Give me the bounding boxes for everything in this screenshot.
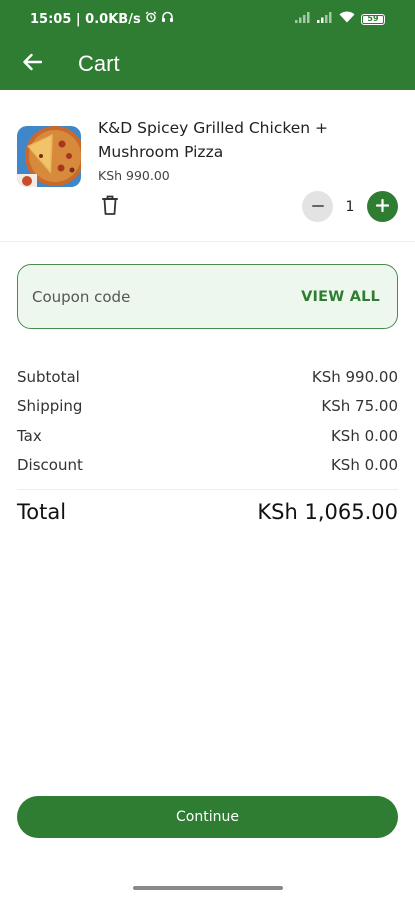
summary-row-discount: Discount KSh 0.00: [17, 451, 398, 481]
home-indicator[interactable]: [133, 886, 283, 890]
discount-value: KSh 0.00: [330, 456, 398, 475]
coupon-box: VIEW ALL: [17, 264, 398, 329]
discount-label: Discount: [17, 456, 83, 475]
status-right: 59: [295, 11, 385, 27]
trash-icon: [100, 195, 120, 220]
battery-level: 59: [367, 13, 379, 23]
total-value: KSh 1,065.00: [257, 500, 398, 524]
increase-quantity-button[interactable]: [367, 191, 398, 222]
quantity-value: 1: [345, 198, 355, 215]
total-label: Total: [17, 500, 67, 524]
continue-button[interactable]: Continue: [17, 796, 398, 838]
item-price: KSh 990.00: [98, 168, 170, 183]
shipping-value: KSh 75.00: [321, 397, 398, 416]
page-title: Cart: [78, 51, 120, 76]
summary-row-shipping: Shipping KSh 75.00: [17, 392, 398, 422]
view-all-coupons-button[interactable]: VIEW ALL: [301, 289, 380, 305]
pizza-image[interactable]: [17, 126, 81, 187]
minus-icon: [311, 197, 324, 216]
alarm-icon: [145, 11, 157, 27]
signal-icon: [295, 11, 311, 27]
wifi-icon: [339, 11, 355, 27]
status-time-speed: 15:05 | 0.0KB/s: [30, 11, 141, 27]
arrow-left-icon: [22, 53, 43, 75]
cart-item: K&D Spicey Grilled Chicken + Mushroom Pi…: [0, 90, 415, 242]
decrease-quantity-button[interactable]: [302, 191, 333, 222]
quantity-stepper: 1: [302, 191, 398, 222]
tax-label: Tax: [17, 426, 42, 445]
shipping-label: Shipping: [17, 397, 83, 416]
headset-icon: [161, 11, 174, 27]
total-row: Total KSh 1,065.00: [17, 500, 398, 524]
coupon-code-input[interactable]: [30, 286, 254, 307]
back-button[interactable]: [2, 38, 62, 90]
order-summary: Subtotal KSh 990.00 Shipping KSh 75.00 T…: [17, 362, 398, 480]
item-name: K&D Spicey Grilled Chicken + Mushroom Pi…: [98, 119, 329, 161]
summary-row-tax: Tax KSh 0.00: [17, 421, 398, 451]
battery-icon: 59: [361, 13, 385, 25]
status-left: 15:05 | 0.0KB/s: [30, 11, 174, 27]
app-bar: Cart: [0, 38, 415, 90]
signal-icon-2: [317, 11, 333, 27]
tax-value: KSh 0.00: [330, 426, 398, 445]
summary-row-subtotal: Subtotal KSh 990.00: [17, 362, 398, 392]
summary-divider: [17, 489, 398, 490]
delete-item-button[interactable]: [100, 194, 122, 218]
subtotal-value: KSh 990.00: [311, 367, 398, 386]
subtotal-label: Subtotal: [17, 367, 80, 386]
plus-icon: [375, 197, 390, 216]
status-bar: 15:05 | 0.0KB/s 59: [0, 0, 415, 38]
